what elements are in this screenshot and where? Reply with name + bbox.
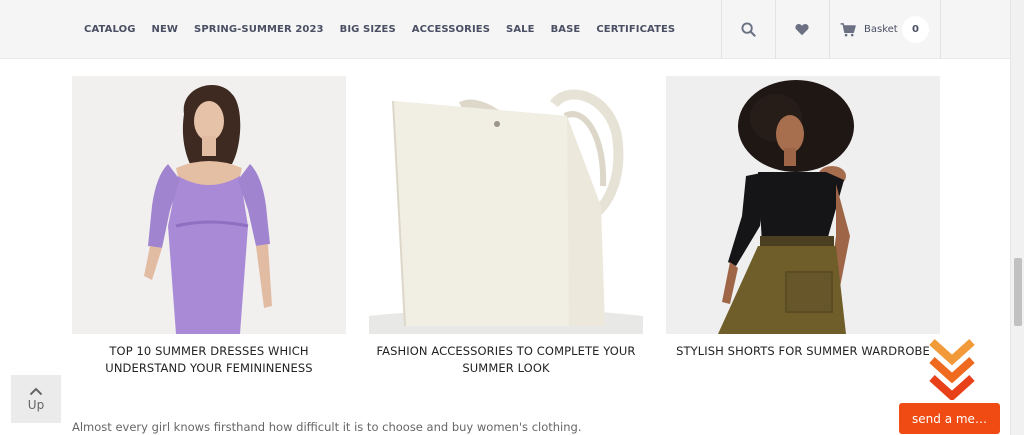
basket-label: Basket (864, 24, 898, 35)
cart-icon (840, 22, 856, 36)
article-card-dresses[interactable]: TOP 10 SUMMER DRESSES WHICH UNDERSTAND Y… (72, 76, 346, 377)
article-title[interactable]: FASHION ACCESSORIES TO COMPLETE YOUR SUM… (369, 343, 643, 377)
scroll-up-label: Up (27, 397, 45, 412)
header-divider (940, 0, 941, 59)
nav-item-spring-summer-2023[interactable]: SPRING-SUMMER 2023 (194, 24, 324, 35)
send-message-button[interactable]: send a me… (899, 403, 1000, 434)
article-image-dress[interactable] (72, 76, 346, 334)
page-scrollbar[interactable] (1010, 0, 1024, 435)
heart-icon (795, 23, 809, 36)
main-nav: CATALOG NEW SPRING-SUMMER 2023 BIG SIZES… (84, 0, 691, 59)
scrollbar-thumb[interactable] (1014, 258, 1022, 326)
scroll-up-button[interactable]: Up (11, 375, 61, 423)
article-title[interactable]: STYLISH SHORTS FOR SUMMER WARDROBE (666, 343, 940, 360)
intro-paragraph: Almost every girl knows firsthand how di… (72, 420, 582, 434)
search-icon (740, 22, 756, 37)
article-image-shorts[interactable] (666, 76, 940, 334)
nav-item-big-sizes[interactable]: BIG SIZES (340, 24, 396, 35)
article-card-shorts[interactable]: STYLISH SHORTS FOR SUMMER WARDROBE (666, 76, 940, 360)
nav-item-new[interactable]: NEW (152, 24, 179, 35)
nav-item-accessories[interactable]: ACCESSORIES (412, 24, 490, 35)
triple-chevron-down-icon[interactable] (926, 336, 978, 400)
nav-item-certificates[interactable]: CERTIFICATES (596, 24, 675, 35)
article-title[interactable]: TOP 10 SUMMER DRESSES WHICH UNDERSTAND Y… (72, 343, 346, 377)
article-image-bag[interactable] (369, 76, 643, 334)
wishlist-button[interactable] (776, 0, 828, 59)
article-card-accessories[interactable]: FASHION ACCESSORIES TO COMPLETE YOUR SUM… (369, 76, 643, 377)
chevron-up-icon (29, 387, 43, 395)
basket-button[interactable]: Basket 0 (830, 0, 940, 59)
nav-item-catalog[interactable]: CATALOG (84, 24, 136, 35)
site-header: CATALOG NEW SPRING-SUMMER 2023 BIG SIZES… (0, 0, 1010, 59)
nav-item-base[interactable]: BASE (551, 24, 581, 35)
search-button[interactable] (722, 0, 774, 59)
nav-item-sale[interactable]: SALE (506, 24, 535, 35)
basket-count-badge: 0 (902, 16, 929, 43)
